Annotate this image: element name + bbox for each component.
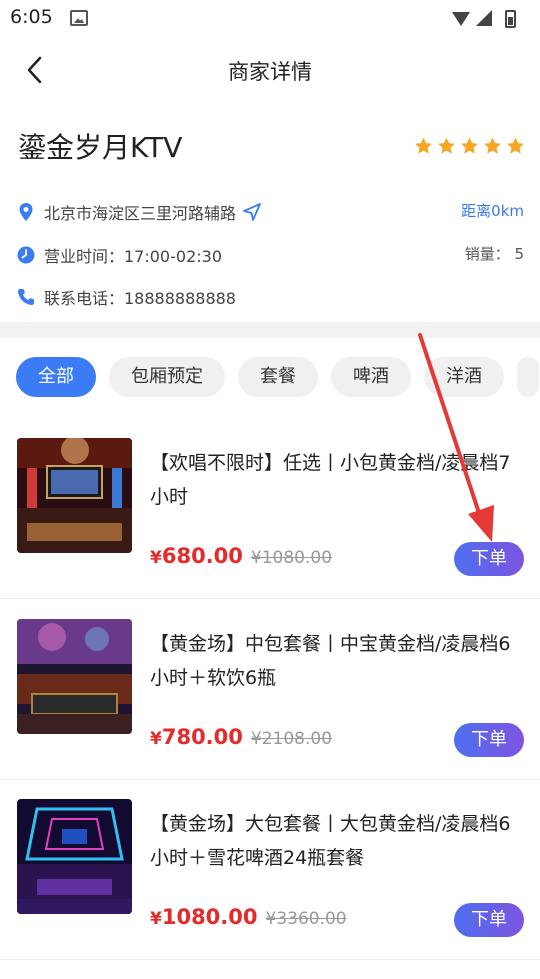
star-icon (484, 137, 501, 154)
star-icon (415, 137, 432, 154)
product-price: ¥780.00 ¥2108.00 (150, 725, 332, 749)
status-bar: 6:05 (0, 0, 540, 36)
hours-row: 营业时间：17:00-02:30 (16, 243, 222, 267)
sales-count: 销量： 5 (464, 245, 524, 263)
gallery-notification-icon (70, 10, 88, 26)
business-hours: 营业时间：17:00-02:30 (44, 247, 222, 266)
contact-phone: 联系电话：18888888888 (44, 289, 236, 308)
product-price: ¥680.00 ¥1080.00 (150, 544, 332, 568)
product-image (17, 619, 132, 734)
product-title: 【欢唱不限时】任选丨小包黄金档/凌晨档7小时 (150, 452, 511, 508)
tab-beer[interactable]: 啤酒 (331, 357, 411, 397)
address-row[interactable]: 北京市海淀区三里河路辅路 (16, 200, 262, 224)
tab-all[interactable]: 全部 (16, 357, 96, 397)
item-divider (0, 598, 540, 599)
price-value: 780.00 (161, 725, 243, 749)
product-title: 【黄金场】大包套餐丨大包黄金档/凌晨档6小时＋雪花啤酒24瓶套餐 (150, 813, 511, 869)
page-title: 商家详情 (228, 60, 312, 84)
order-button[interactable]: 下单 (454, 542, 524, 576)
original-price: ¥1080.00 (250, 548, 333, 568)
location-pin-icon (19, 203, 33, 221)
price-value: 680.00 (161, 544, 243, 568)
navigate-icon[interactable] (242, 202, 262, 222)
section-divider (0, 322, 540, 338)
product-image (17, 799, 132, 914)
original-price: ¥3360.00 (265, 909, 347, 929)
currency-symbol: ¥ (150, 909, 162, 929)
distance-label: 距离0km (461, 202, 524, 220)
product-item[interactable]: 【黄金场】中包套餐丨中宝黄金档/凌晨档6小时＋软饮6瓶 ¥780.00 ¥2108… (0, 619, 540, 799)
currency-symbol: ¥ (150, 548, 162, 568)
product-price: ¥1080.00 ¥3360.00 (150, 905, 347, 929)
product-item[interactable]: 【黄金场】大包套餐丨大包黄金档/凌晨档6小时＋雪花啤酒24瓶套餐 ¥1080.0… (0, 799, 540, 979)
shop-address: 北京市海淀区三里河路辅路 (44, 204, 237, 223)
original-price: ¥2108.00 (250, 729, 333, 749)
product-title: 【黄金场】中包套餐丨中宝黄金档/凌晨档6小时＋软饮6瓶 (150, 633, 511, 689)
order-button[interactable]: 下单 (454, 903, 524, 937)
star-icon (438, 137, 455, 154)
order-button[interactable]: 下单 (454, 723, 524, 757)
signal-icon (476, 10, 492, 26)
currency-symbol: ¥ (150, 729, 162, 749)
clock-icon (17, 246, 35, 264)
rating-stars (413, 136, 526, 156)
tab-liquor[interactable]: 洋酒 (424, 357, 504, 397)
tab-room-booking[interactable]: 包厢预定 (109, 357, 225, 397)
tab-packages[interactable]: 套餐 (238, 357, 318, 397)
wifi-icon (452, 12, 470, 26)
phone-icon (18, 289, 34, 305)
phone-row[interactable]: 联系电话：18888888888 (16, 285, 236, 309)
product-image (17, 438, 132, 553)
category-tabs: 全部 包厢预定 套餐 啤酒 洋酒 (16, 357, 540, 397)
star-icon (507, 137, 524, 154)
tab-overflow[interactable] (517, 357, 539, 397)
shop-name: 鎏金岁月KTV (18, 131, 183, 164)
item-divider (0, 779, 540, 780)
star-icon (461, 137, 478, 154)
status-time: 6:05 (10, 6, 53, 28)
price-value: 1080.00 (161, 905, 258, 929)
system-status-icons (452, 10, 516, 28)
product-item[interactable]: 【欢唱不限时】任选丨小包黄金档/凌晨档7小时 ¥680.00 ¥1080.00 下… (0, 438, 540, 618)
navigation-bar: 商家详情 (0, 36, 540, 104)
